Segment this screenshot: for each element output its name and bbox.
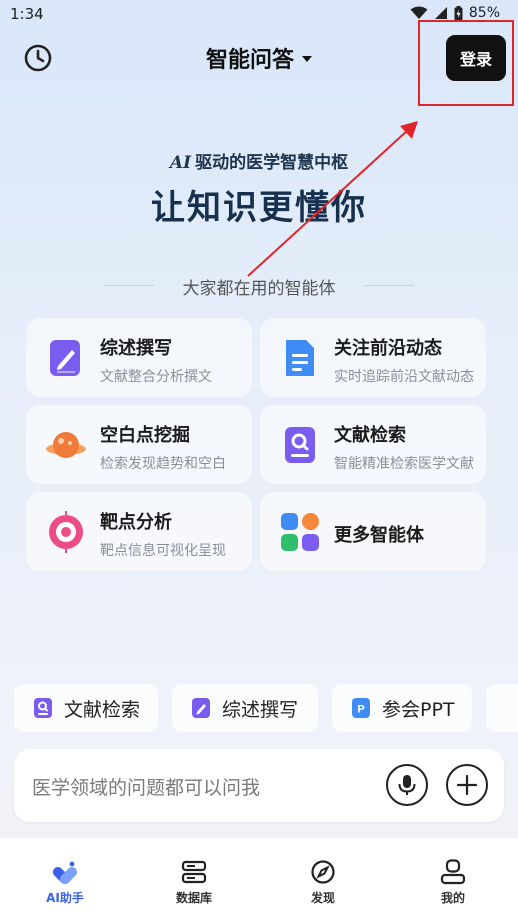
agent-card-review[interactable]: 综述撰写 文献整合分析撰文: [26, 318, 252, 397]
tab-database[interactable]: 数据库: [129, 838, 259, 921]
svg-text:P: P: [357, 704, 364, 716]
document-pen-icon: [50, 340, 80, 376]
hero-title: 让知识更懂你: [151, 188, 367, 228]
tab-discover[interactable]: 发现: [258, 838, 388, 921]
agent-card-more[interactable]: 更多智能体: [260, 492, 486, 571]
ai-assistant-icon: [52, 861, 78, 885]
microphone-icon: [398, 775, 416, 795]
agent-card-target[interactable]: 靶点分析 靶点信息可视化呈现: [26, 492, 252, 571]
chevron-down-icon: [302, 56, 312, 62]
voice-button[interactable]: [386, 764, 428, 806]
chip-review-writing[interactable]: 综述撰写: [172, 684, 318, 732]
bottom-tab-bar: AI助手 数据库 发现 我的: [0, 838, 518, 921]
wifi-icon: [410, 6, 428, 19]
agent-card-gap-mining[interactable]: 空白点挖掘 检索发现趋势和空白: [26, 405, 252, 484]
quick-chips: 文献检索 综述撰写 P 参会PPT: [14, 684, 518, 732]
page-title: 智能问答: [205, 48, 294, 73]
search-document-icon: [34, 698, 52, 718]
tab-profile[interactable]: 我的: [388, 838, 518, 921]
plus-icon: [456, 774, 478, 796]
document-list-icon: [286, 340, 314, 376]
chip-overflow[interactable]: [486, 684, 518, 732]
section-label: 大家都在用的智能体: [182, 279, 336, 299]
signal-icon: [434, 7, 447, 19]
ppt-icon: P: [352, 698, 370, 718]
battery-percent: 85%: [468, 5, 500, 21]
ai-logo: AI: [169, 153, 192, 173]
profile-icon: [440, 859, 466, 885]
target-icon: [49, 511, 83, 553]
database-icon: [181, 860, 207, 884]
chip-literature-search[interactable]: 文献检索: [14, 684, 158, 732]
battery-icon: [454, 5, 463, 20]
agent-card-search[interactable]: 文献检索 智能精准检索医学文献: [260, 405, 486, 484]
chip-conference-ppt[interactable]: P 参会PPT: [332, 684, 472, 732]
search-document-icon: [285, 427, 315, 463]
annotation-highlight-box: [418, 20, 514, 106]
grid-apps-icon: [281, 513, 319, 551]
add-button[interactable]: [446, 764, 488, 806]
document-pen-icon: [192, 698, 210, 718]
status-time: 1:34: [10, 5, 44, 23]
question-input[interactable]: 医学领域的问题都可以问我: [14, 749, 504, 822]
planet-icon: [46, 432, 86, 458]
compass-icon: [311, 860, 335, 884]
tab-ai-assistant[interactable]: AI助手: [0, 838, 130, 921]
hero-tagline: AI 驱动的医学智慧中枢: [169, 153, 349, 173]
agent-card-frontier[interactable]: 关注前沿动态 实时追踪前沿文献动态: [260, 318, 486, 397]
input-placeholder: 医学领域的问题都可以问我: [32, 777, 261, 799]
